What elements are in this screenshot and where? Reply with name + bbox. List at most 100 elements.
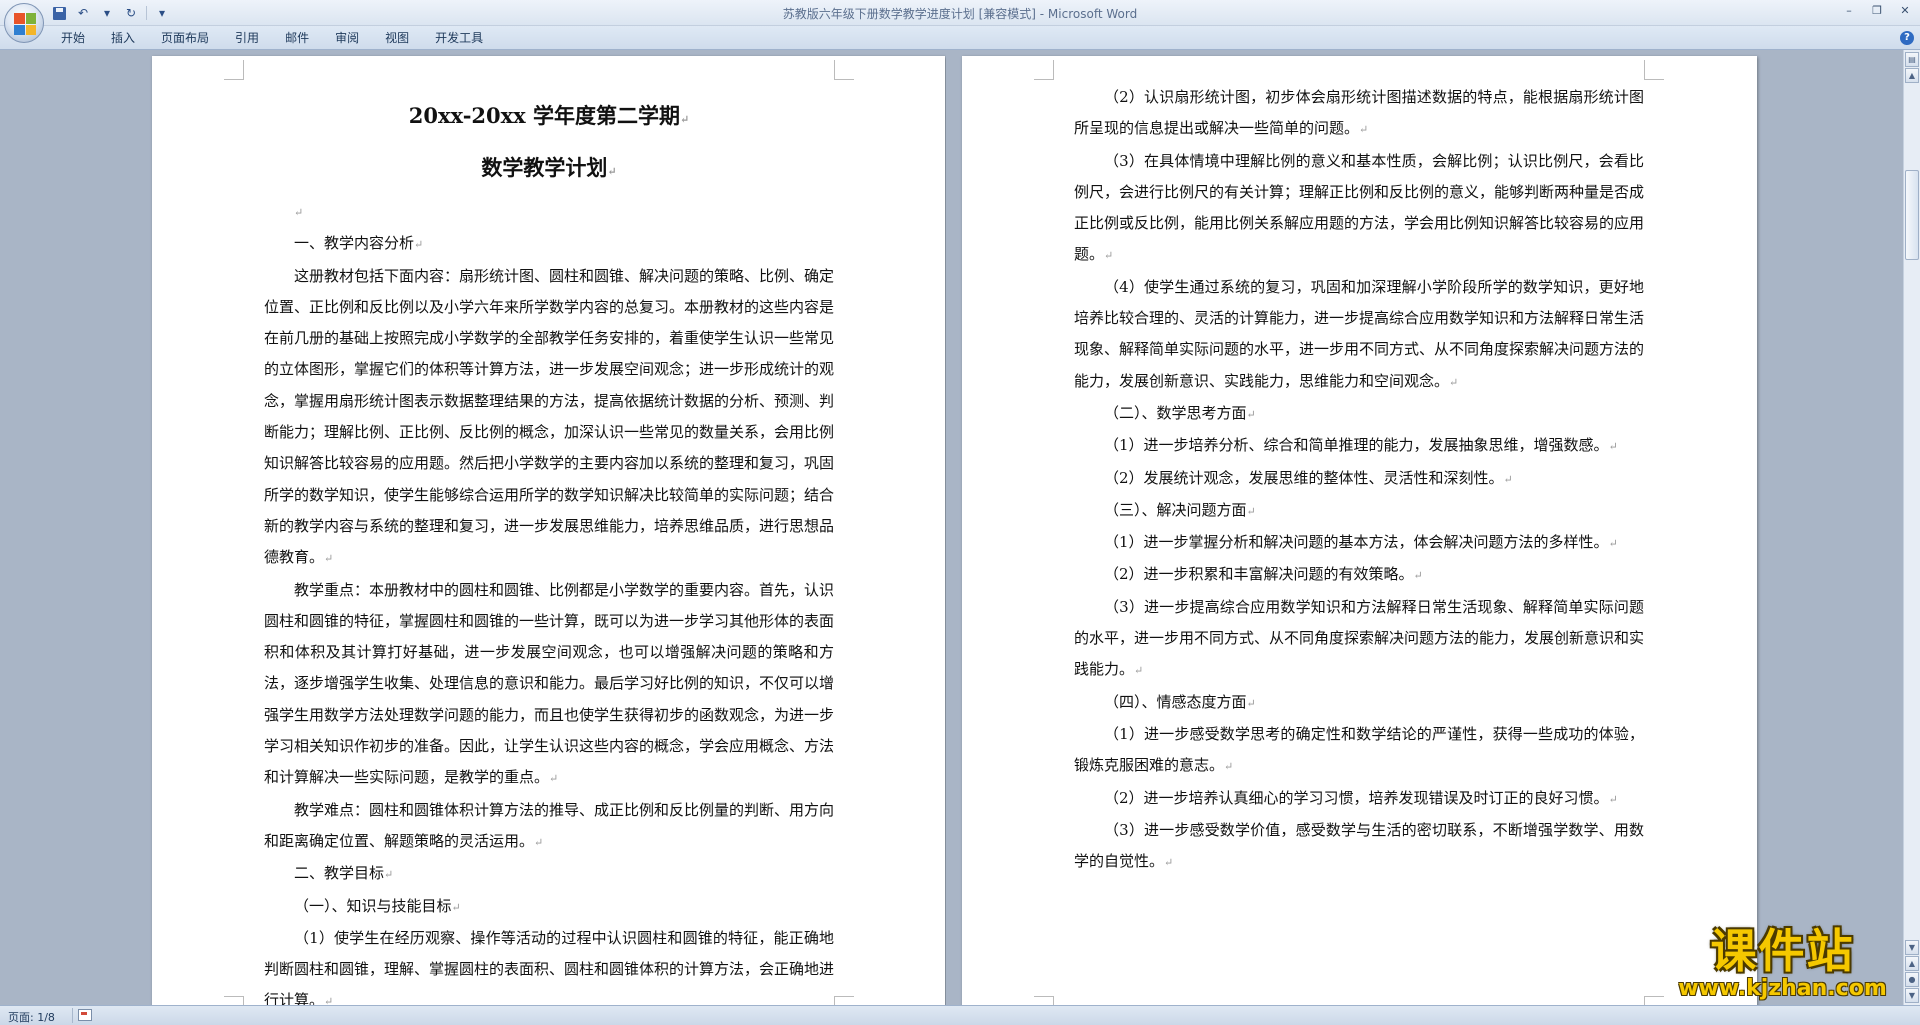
paragraph-text: 教学难点：圆柱和圆锥体积计算方法的推导、成正比例和反比例量的判断、用方向和距离确…	[264, 800, 835, 850]
page-gap	[946, 50, 960, 1005]
paragraph-text: （二）、数学思考方面	[1104, 403, 1247, 422]
paragraph-goal-1: （1）使学生在经历观察、操作等活动的过程中认识圆柱和圆锥的特征，能正确地判断圆柱…	[264, 923, 834, 1005]
watermark-logo: 课件站 www.kjzhan.com	[1660, 925, 1905, 1001]
page-left[interactable]: 20xx-20xx 学年度第二学期↵ 数学教学计划↵ ↵ 一、教学内容分析↵ 这…	[152, 56, 945, 1005]
tab-home[interactable]: 开始	[48, 30, 98, 47]
paragraph-text: （三）、解决问题方面	[1104, 500, 1247, 519]
status-separator	[72, 1008, 73, 1023]
watermark-url-text: www.kjzhan.com	[1678, 976, 1887, 1001]
proofing-status-icon[interactable]	[78, 1009, 92, 1021]
page-number-status[interactable]: 页面: 1/8	[8, 1009, 55, 1025]
tab-review[interactable]: 审阅	[322, 30, 372, 47]
tab-references[interactable]: 引用	[222, 30, 272, 47]
doc-title-text: 20xx-20xx 学年度第二学期	[408, 103, 680, 128]
paragraph-text: （2）进一步积累和丰富解决问题的有效策略。	[1104, 565, 1414, 584]
tab-view[interactable]: 视图	[372, 30, 422, 47]
office-logo-icon	[14, 13, 36, 35]
paragraph-text: （1）进一步掌握分析和解决问题的基本方法，体会解决问题方法的多样性。	[1104, 533, 1609, 552]
paragraph-mark: ↵	[607, 165, 617, 178]
minimize-button[interactable]: –	[1836, 1, 1862, 19]
paragraph-mark: ↵	[294, 206, 304, 219]
tab-mailings[interactable]: 邮件	[272, 30, 322, 47]
subheading-knowledge-skills: （一）、知识与技能目标↵	[264, 891, 834, 923]
close-button[interactable]: ✕	[1892, 1, 1918, 19]
ribbon-tab-bar: 开始 插入 页面布局 引用 邮件 审阅 视图 开发工具 ?	[0, 26, 1920, 50]
paragraph-mark: ↵	[1246, 504, 1256, 518]
paragraph-mark: ↵	[324, 552, 334, 566]
doc-subtitle-text: 数学教学计划	[481, 155, 608, 180]
paragraph-mark: ↵	[534, 835, 544, 849]
subheading-math-thinking: （二）、数学思考方面↵	[1074, 398, 1644, 430]
paragraph-mark: ↵	[451, 900, 461, 914]
paragraph-mark: ↵	[324, 995, 334, 1005]
paragraph-mark: ↵	[1503, 472, 1513, 486]
vertical-scrollbar[interactable]: ▤ ▲ ▼ ▲ ● ▼	[1903, 50, 1920, 1005]
paragraph-problem-2: （2）进一步积累和丰富解决问题的有效策略。↵	[1074, 559, 1644, 591]
paragraph-text: （2）进一步培养认真细心的学习习惯，培养发现错误及时订正的良好习惯。	[1104, 788, 1609, 807]
paragraph-mark: ↵	[1164, 856, 1174, 870]
paragraph-text: （1）进一步培养分析、综合和简单推理的能力，发展抽象思维，增强数感。	[1104, 436, 1609, 455]
help-icon[interactable]: ?	[1900, 31, 1914, 45]
paragraph-key-points: 教学重点：本册教材中的圆柱和圆锥、比例都是小学数学的重要内容。首先，认识圆柱和圆…	[264, 575, 834, 795]
document-area[interactable]: 20xx-20xx 学年度第二学期↵ 数学教学计划↵ ↵ 一、教学内容分析↵ 这…	[0, 50, 1903, 1005]
ruler-toggle-icon[interactable]: ▤	[1905, 52, 1919, 67]
paragraph-mark: ↵	[384, 868, 394, 882]
paragraph-mark: ↵	[414, 238, 424, 252]
window-controls: – ❐ ✕	[1836, 1, 1918, 19]
paragraph-mark: ↵	[1134, 664, 1144, 678]
paragraph-goal-3: （3）在具体情境中理解比例的意义和基本性质，会解比例；认识比例尺，会看比例尺，会…	[1074, 146, 1644, 272]
previous-page-button[interactable]: ▲	[1905, 956, 1919, 971]
page-right-content: （2）认识扇形统计图，初步体会扇形统计图描述数据的特点，能根据扇形统计图所呈现的…	[1074, 82, 1644, 878]
next-page-button[interactable]: ▼	[1905, 988, 1919, 1003]
paragraph-mark: ↵	[1224, 760, 1234, 774]
paragraph-emotion-1: （1）进一步感受数学思考的确定性和数学结论的严谨性，获得一些成功的体验，锻炼克服…	[1074, 719, 1644, 783]
paragraph-mark: ↵	[1246, 696, 1256, 710]
window-title: 苏教版六年级下册数学教学进度计划 [兼容模式] - Microsoft Word	[782, 7, 1138, 21]
paragraph-thinking-1: （1）进一步培养分析、综合和简单推理的能力，发展抽象思维，增强数感。↵	[1074, 430, 1644, 462]
paragraph-text: （4）使学生通过系统的复习，巩固和加深理解小学阶段所学的数学知识，更好地培养比较…	[1074, 277, 1645, 390]
empty-paragraph: ↵	[264, 196, 834, 228]
tab-developer[interactable]: 开发工具	[422, 30, 496, 47]
doc-title-line2: 数学教学计划↵	[264, 144, 834, 196]
paragraph-text: （四）、情感态度方面	[1104, 692, 1247, 711]
paragraph-thinking-2: （2）发展统计观念，发展思维的整体性、灵活性和深刻性。↵	[1074, 463, 1644, 495]
paragraph-text: （一）、知识与技能目标	[294, 896, 452, 915]
crop-mark	[1034, 996, 1054, 1005]
paragraph-text: （1）使学生在经历观察、操作等活动的过程中认识圆柱和圆锥的特征，能正确地判断圆柱…	[264, 928, 835, 1005]
status-bar: 页面: 1/8	[0, 1005, 1920, 1025]
scroll-up-button[interactable]: ▲	[1905, 68, 1919, 83]
watermark-main-text: 课件站	[1710, 924, 1855, 978]
paragraph-text: 一、教学内容分析	[294, 234, 415, 253]
page-right[interactable]: （2）认识扇形统计图，初步体会扇形统计图描述数据的特点，能根据扇形统计图所呈现的…	[962, 56, 1757, 1005]
paragraph-emotion-3: （3）进一步感受数学价值，感受数学与生活的密切联系，不断增强学数学、用数学的自觉…	[1074, 815, 1644, 879]
tab-page-layout[interactable]: 页面布局	[148, 30, 222, 47]
paragraph-mark: ↵	[1608, 537, 1618, 551]
select-browse-object-button[interactable]: ●	[1905, 972, 1919, 987]
paragraph-mark: ↵	[1359, 123, 1369, 137]
paragraph-mark: ↵	[1608, 440, 1618, 454]
paragraph-text: （3）进一步提高综合应用数学知识和方法解释日常生活现象、解释简单实际问题的水平，…	[1074, 597, 1645, 679]
paragraph-mark: ↵	[1104, 249, 1114, 263]
paragraph-text: 二、教学目标	[294, 864, 385, 883]
crop-mark	[834, 996, 854, 1005]
scroll-down-button[interactable]: ▼	[1905, 940, 1919, 955]
paragraph-text: （3）在具体情境中理解比例的意义和基本性质，会解比例；认识比例尺，会看比例尺，会…	[1074, 151, 1645, 264]
paragraph-mark: ↵	[1608, 792, 1618, 806]
paragraph-text: 教学重点：本册教材中的圆柱和圆锥、比例都是小学数学的重要内容。首先，认识圆柱和圆…	[264, 580, 835, 787]
scroll-thumb[interactable]	[1905, 170, 1919, 260]
office-button[interactable]	[4, 3, 44, 43]
paragraph-mark: ↵	[1449, 375, 1459, 389]
paragraph-difficulties: 教学难点：圆柱和圆锥体积计算方法的推导、成正比例和反比例量的判断、用方向和距离确…	[264, 795, 834, 859]
heading-teaching-goals: 二、教学目标↵	[264, 858, 834, 890]
paragraph-mark: ↵	[549, 772, 559, 786]
crop-mark	[224, 996, 244, 1005]
restore-button[interactable]: ❐	[1864, 1, 1890, 19]
crop-mark	[1034, 60, 1054, 80]
paragraph-problem-1: （1）进一步掌握分析和解决问题的基本方法，体会解决问题方法的多样性。↵	[1074, 527, 1644, 559]
paragraph-content: 这册教材包括下面内容：扇形统计图、圆柱和圆锥、解决问题的策略、比例、确定位置、正…	[264, 261, 834, 575]
doc-title-line1: 20xx-20xx 学年度第二学期↵	[264, 92, 834, 144]
paragraph-mark: ↵	[679, 113, 690, 126]
paragraph-text: （2）发展统计观念，发展思维的整体性、灵活性和深刻性。	[1104, 468, 1504, 487]
paragraph-problem-3: （3）进一步提高综合应用数学知识和方法解释日常生活现象、解释简单实际问题的水平，…	[1074, 592, 1644, 687]
tab-insert[interactable]: 插入	[98, 30, 148, 47]
